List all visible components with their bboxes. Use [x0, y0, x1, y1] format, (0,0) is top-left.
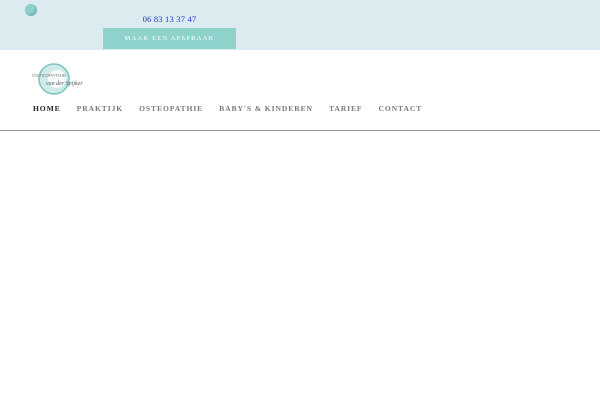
nav-item-osteopathie[interactable]: OSTEOPATHIE [139, 104, 203, 113]
site-logo[interactable]: OSTEOPATHIE van der Spijker [30, 60, 94, 98]
site-header: OSTEOPATHIE van der Spijker HOME PRAKTIJ… [0, 50, 600, 131]
top-bar: 06 83 13 37 47 MAAK EEN AFSPRAAK [0, 0, 600, 50]
nav-item-babys-kinderen[interactable]: BABY'S & KINDEREN [219, 104, 313, 113]
nav-item-contact[interactable]: CONTACT [378, 104, 422, 113]
appointment-button[interactable]: MAAK EEN AFSPRAAK [103, 28, 236, 49]
nav-item-home[interactable]: HOME [33, 104, 61, 113]
circle-icon [25, 4, 37, 16]
main-content [0, 131, 600, 400]
logo-line1: OSTEOPATHIE [32, 73, 66, 78]
nav-item-tarief[interactable]: TARIEF [329, 104, 363, 113]
nav-item-praktijk[interactable]: PRAKTIJK [77, 104, 123, 113]
logo-mark-icon: OSTEOPATHIE van der Spijker [32, 63, 83, 95]
main-nav: HOME PRAKTIJK OSTEOPATHIE BABY'S & KINDE… [33, 104, 438, 113]
phone-link[interactable]: 06 83 13 37 47 [103, 14, 236, 24]
logo-line2: van der Spijker [46, 81, 83, 87]
